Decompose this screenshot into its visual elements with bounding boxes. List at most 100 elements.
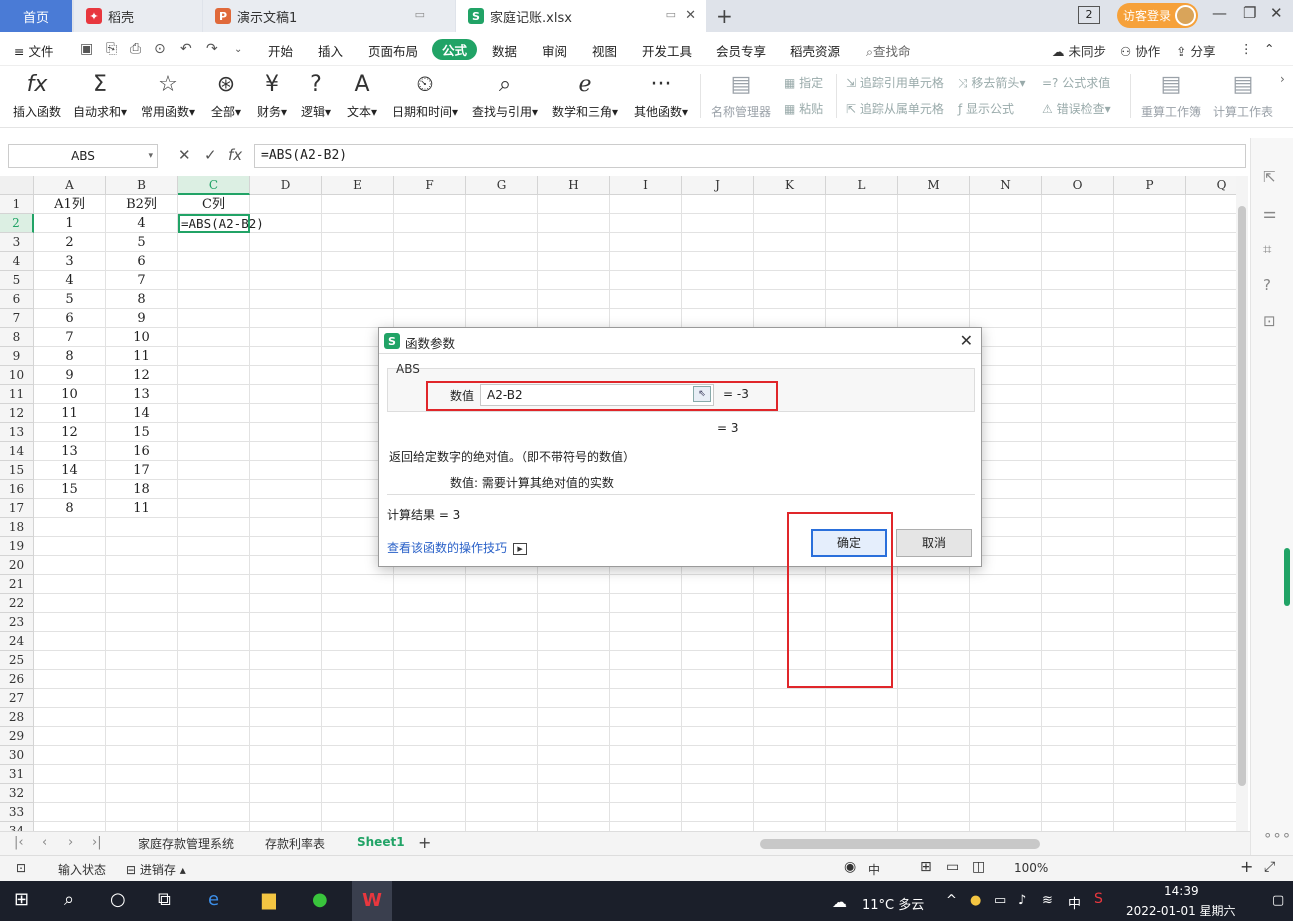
cell-p13[interactable]: [1114, 423, 1186, 442]
cell-a3[interactable]: 2: [34, 233, 106, 252]
cell-j27[interactable]: [682, 689, 754, 708]
command-search[interactable]: ⌕查找命: [866, 41, 911, 60]
cell-c26[interactable]: [178, 670, 250, 689]
prev-sheet-icon[interactable]: ‹: [42, 835, 47, 850]
cell-j5[interactable]: [682, 271, 754, 290]
column-header-j[interactable]: J: [682, 176, 754, 195]
cell-e27[interactable]: [322, 689, 394, 708]
cell-a8[interactable]: 7: [34, 328, 106, 347]
cell-p11[interactable]: [1114, 385, 1186, 404]
browser-360-icon[interactable]: ●: [312, 889, 328, 910]
share-button[interactable]: ⇪ 分享: [1176, 41, 1215, 60]
menu-daoke-resources[interactable]: 稻壳资源: [790, 41, 840, 60]
cell-a6[interactable]: 5: [34, 290, 106, 309]
row-header-23[interactable]: 23: [0, 613, 34, 632]
cell-p21[interactable]: [1114, 575, 1186, 594]
function-tips-link[interactable]: 查看该函数的操作技巧 ▶: [387, 539, 528, 556]
row-header-28[interactable]: 28: [0, 708, 34, 727]
cell-q21[interactable]: [1186, 575, 1236, 594]
cell-n31[interactable]: [970, 765, 1042, 784]
cell-c22[interactable]: [178, 594, 250, 613]
sheet-tab-rates[interactable]: 存款利率表: [265, 835, 325, 852]
evaluate-formula-button[interactable]: =? 公式求值: [1042, 74, 1110, 91]
cell-f1[interactable]: [394, 195, 466, 214]
clock-time[interactable]: 14:39: [1164, 884, 1199, 898]
row-header-2[interactable]: 2: [0, 214, 34, 233]
cell-g30[interactable]: [466, 746, 538, 765]
cell-i21[interactable]: [610, 575, 682, 594]
cell-n25[interactable]: [970, 651, 1042, 670]
cell-g32[interactable]: [466, 784, 538, 803]
row-header-4[interactable]: 4: [0, 252, 34, 271]
cell-k27[interactable]: [754, 689, 826, 708]
menu-member[interactable]: 会员专享: [716, 41, 766, 60]
cell-e21[interactable]: [322, 575, 394, 594]
collapse-ribbon-icon[interactable]: ⌃: [1264, 41, 1274, 56]
cell-d3[interactable]: [250, 233, 322, 252]
cell-b9[interactable]: 11: [106, 347, 178, 366]
cell-i3[interactable]: [610, 233, 682, 252]
cell-i34[interactable]: [610, 822, 682, 831]
cell-a4[interactable]: 3: [34, 252, 106, 271]
sliders-icon[interactable]: ⚌: [1263, 204, 1276, 222]
cell-b16[interactable]: 18: [106, 480, 178, 499]
clock-date[interactable]: 2022-01-01 星期六: [1126, 902, 1236, 919]
cell-b18[interactable]: [106, 518, 178, 537]
cell-b10[interactable]: 12: [106, 366, 178, 385]
cell-a19[interactable]: [34, 537, 106, 556]
cell-n5[interactable]: [970, 271, 1042, 290]
cell-d11[interactable]: [250, 385, 322, 404]
cell-k33[interactable]: [754, 803, 826, 822]
cell-b31[interactable]: [106, 765, 178, 784]
cell-d27[interactable]: [250, 689, 322, 708]
cell-p9[interactable]: [1114, 347, 1186, 366]
cell-c19[interactable]: [178, 537, 250, 556]
cell-h6[interactable]: [538, 290, 610, 309]
cell-j6[interactable]: [682, 290, 754, 309]
cell-q15[interactable]: [1186, 461, 1236, 480]
cell-o10[interactable]: [1042, 366, 1114, 385]
cell-g29[interactable]: [466, 727, 538, 746]
cortana-icon[interactable]: ○: [110, 889, 126, 910]
cell-b6[interactable]: 8: [106, 290, 178, 309]
trace-precedents-button[interactable]: ⇲ 追踪引用单元格: [846, 74, 944, 91]
cell-p24[interactable]: [1114, 632, 1186, 651]
cell-d7[interactable]: [250, 309, 322, 328]
all-functions-button[interactable]: ⊛ 全部▾: [206, 70, 246, 120]
cell-h30[interactable]: [538, 746, 610, 765]
row-header-6[interactable]: 6: [0, 290, 34, 309]
menu-file[interactable]: ≡ 文件: [14, 41, 53, 60]
cell-e33[interactable]: [322, 803, 394, 822]
cell-l6[interactable]: [826, 290, 898, 309]
column-header-b[interactable]: B: [106, 176, 178, 195]
cell-o9[interactable]: [1042, 347, 1114, 366]
cell-b17[interactable]: 11: [106, 499, 178, 518]
cell-k6[interactable]: [754, 290, 826, 309]
cell-q1[interactable]: [1186, 195, 1236, 214]
network-icon[interactable]: ▭: [994, 893, 1006, 908]
cell-l28[interactable]: [826, 708, 898, 727]
ribbon-scroll-right-icon[interactable]: ›: [1280, 72, 1285, 86]
zoom-in-icon[interactable]: +: [1240, 857, 1253, 876]
cell-g34[interactable]: [466, 822, 538, 831]
cell-g21[interactable]: [466, 575, 538, 594]
row-header-14[interactable]: 14: [0, 442, 34, 461]
row-header-12[interactable]: 12: [0, 404, 34, 423]
cell-h22[interactable]: [538, 594, 610, 613]
export-icon[interactable]: ⎘: [106, 41, 117, 57]
logic-button[interactable]: ? 逻辑▾: [296, 70, 336, 120]
search-icon[interactable]: ⌕: [64, 889, 74, 910]
trace-dependents-button[interactable]: ⇱ 追踪从属单元格: [846, 100, 944, 117]
cell-i2[interactable]: [610, 214, 682, 233]
cell-i1[interactable]: [610, 195, 682, 214]
cell-m27[interactable]: [898, 689, 970, 708]
tab-spreadsheet[interactable]: S 家庭记账.xlsx ▭ ✕: [456, 0, 706, 32]
cell-p2[interactable]: [1114, 214, 1186, 233]
name-manager-button[interactable]: ▤ 名称管理器: [708, 70, 774, 120]
cell-j30[interactable]: [682, 746, 754, 765]
cell-a14[interactable]: 13: [34, 442, 106, 461]
cell-e26[interactable]: [322, 670, 394, 689]
cell-e22[interactable]: [322, 594, 394, 613]
cell-o27[interactable]: [1042, 689, 1114, 708]
row-header-11[interactable]: 11: [0, 385, 34, 404]
